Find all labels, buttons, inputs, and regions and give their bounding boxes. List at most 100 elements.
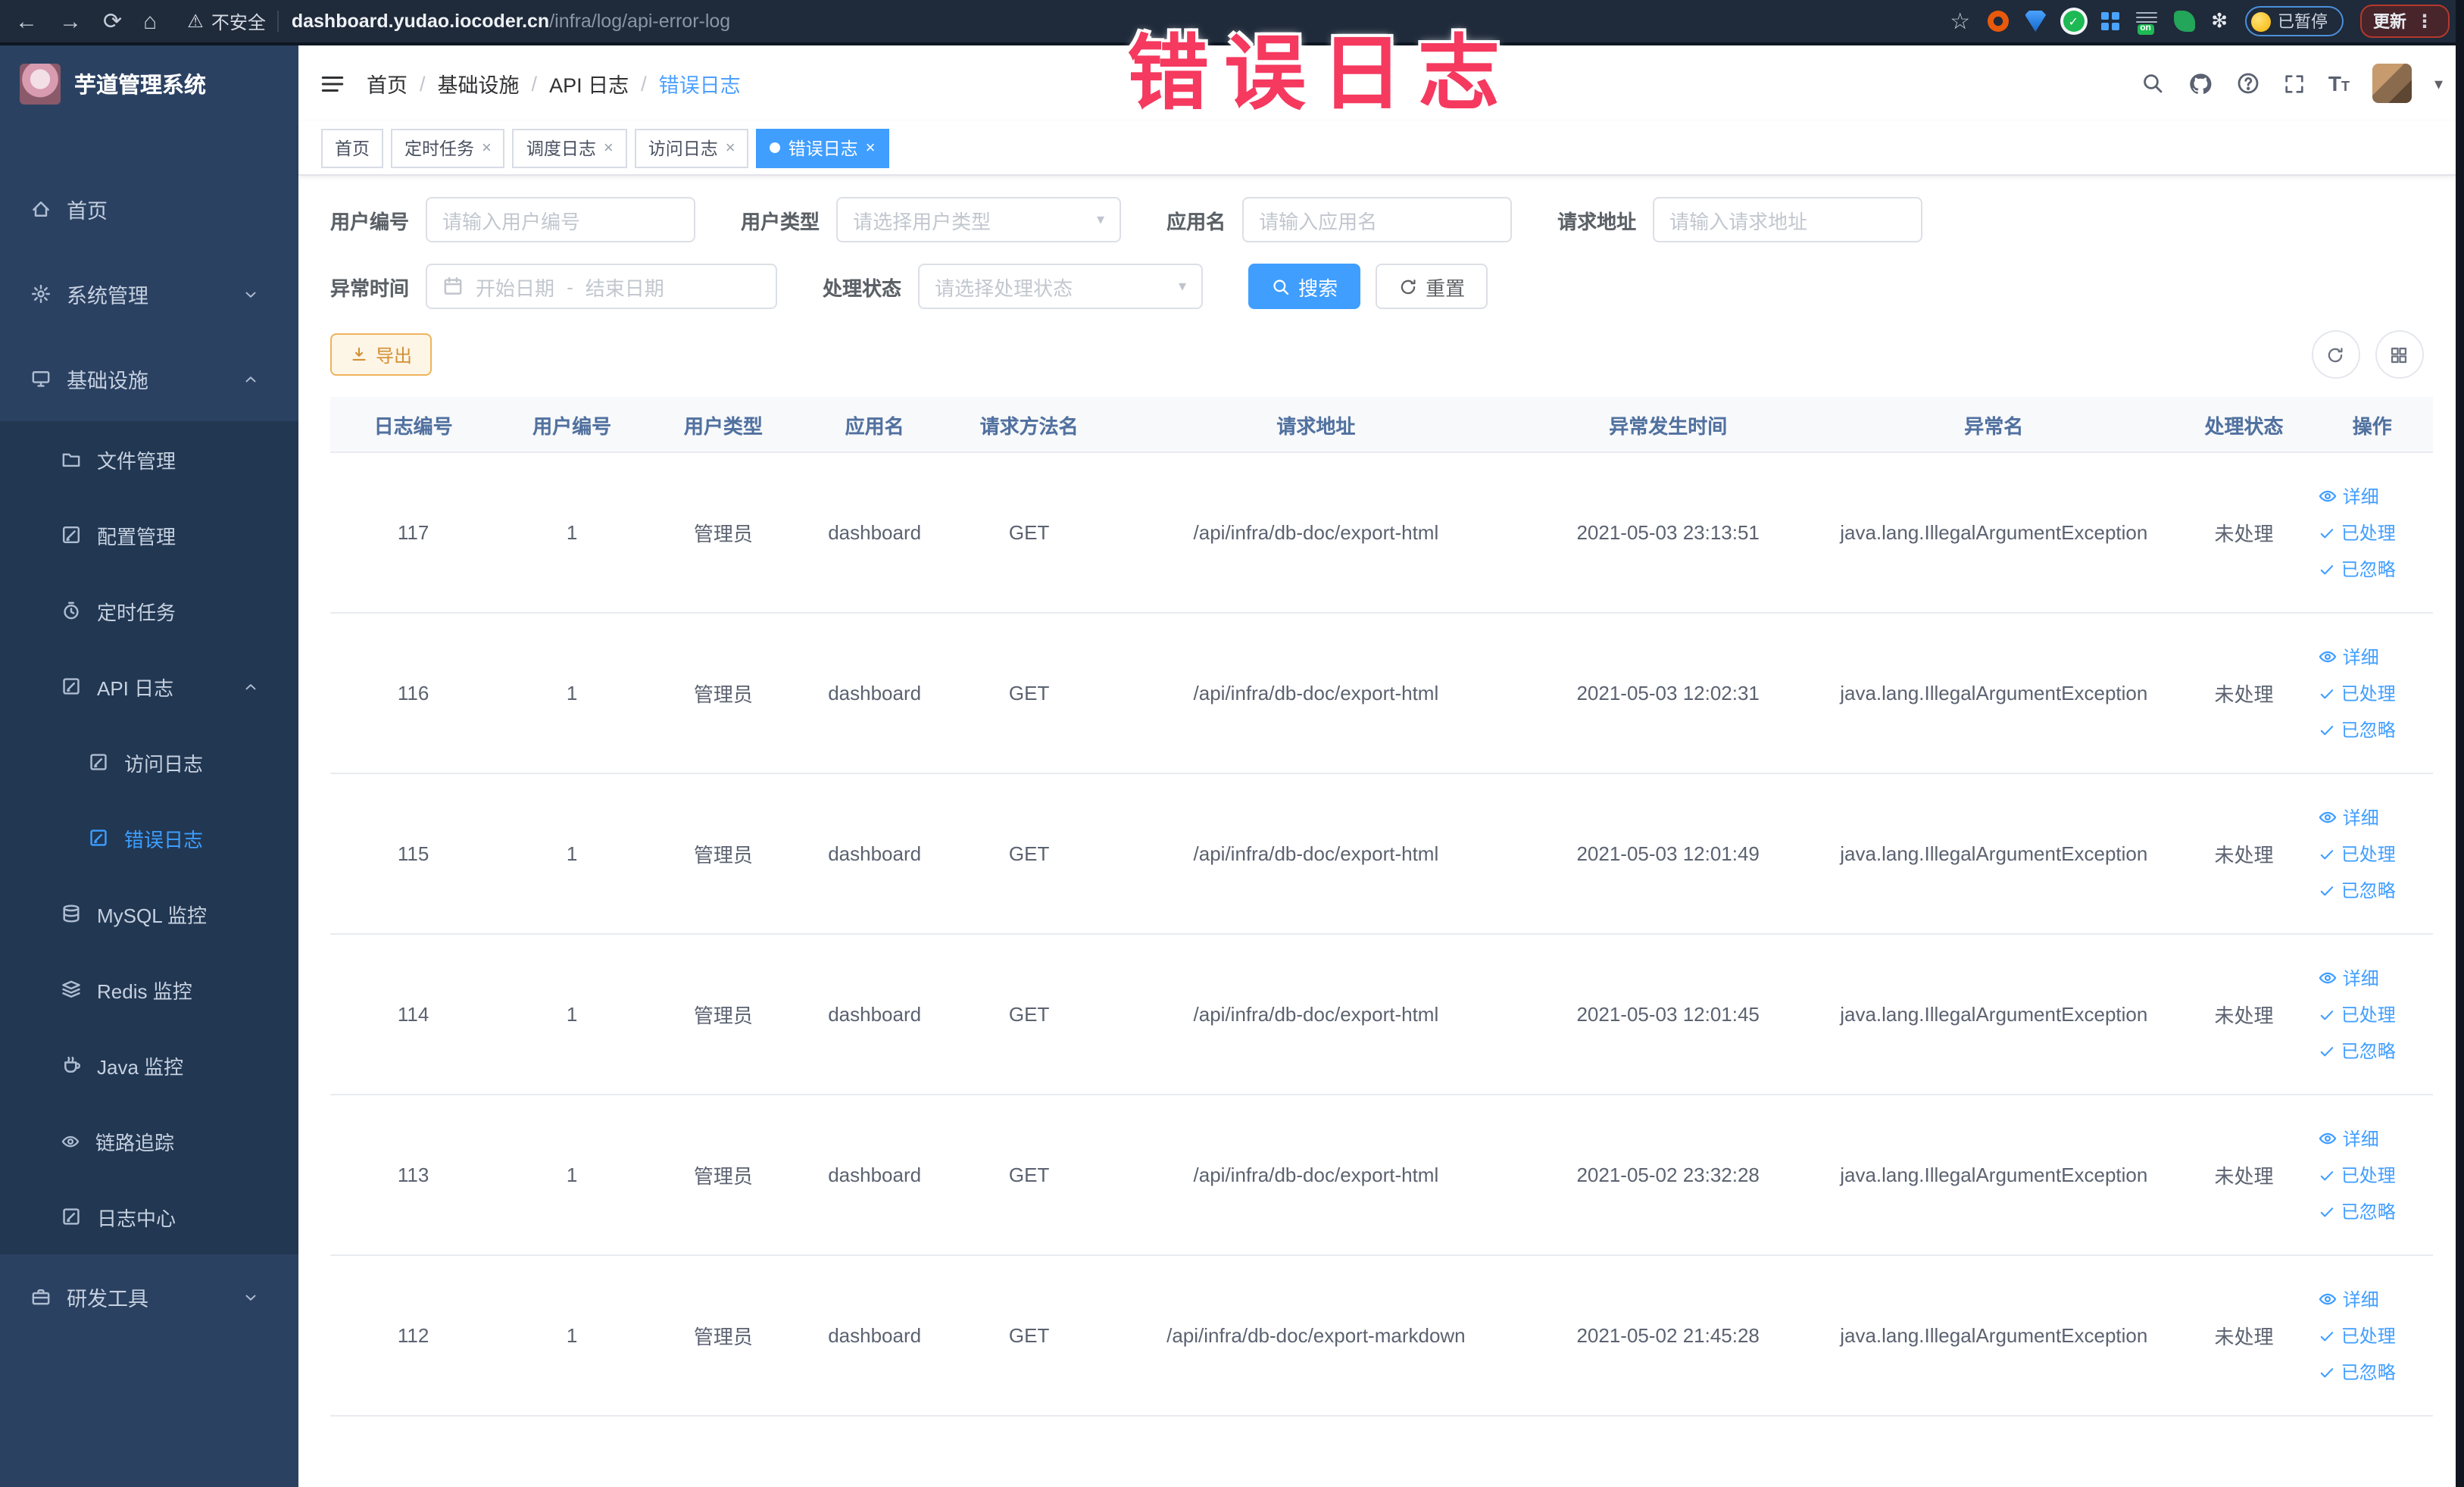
sidebar-item[interactable]: Redis 监控 <box>0 951 298 1027</box>
close-icon[interactable]: × <box>726 139 735 157</box>
help-icon[interactable] <box>2236 71 2260 95</box>
timer-icon <box>61 600 82 621</box>
action-detail-link[interactable]: 详细 <box>2319 483 2379 509</box>
tags-view-tab[interactable]: 调度日志 × <box>512 128 627 167</box>
sidebar-item[interactable]: 链路追踪 <box>0 1103 298 1179</box>
action-ignored-link[interactable]: 已忽略 <box>2319 1198 2396 1224</box>
date-range-input[interactable]: 开始日期 - 结束日期 <box>426 264 778 309</box>
hamburger-icon[interactable] <box>320 70 345 96</box>
font-size-icon[interactable]: TT <box>2328 71 2350 95</box>
extension-on-badge-icon[interactable]: on <box>2135 12 2157 35</box>
app-name-input[interactable]: 请输入应用名 <box>1242 197 1513 242</box>
tags-view-tab[interactable]: 访问日志 × <box>634 128 749 167</box>
user-id-input[interactable]: 请输入用户编号 <box>426 197 696 242</box>
paused-extension-button[interactable]: 已暂停 <box>2244 6 2343 36</box>
action-processed-link[interactable]: 已处理 <box>2319 841 2396 867</box>
cell-user-id: 1 <box>566 842 578 865</box>
action-detail-link[interactable]: 详细 <box>2319 644 2379 670</box>
extension-green-icon[interactable]: ✓ <box>2063 11 2085 32</box>
tags-view-tab[interactable]: 定时任务 × <box>391 128 505 167</box>
sidebar-item[interactable]: 日志中心 <box>0 1179 298 1254</box>
action-ignored-link[interactable]: 已忽略 <box>2319 556 2396 582</box>
action-processed-link[interactable]: 已处理 <box>2319 520 2396 545</box>
column-settings-button[interactable] <box>2375 330 2423 379</box>
cell-status: 未处理 <box>2214 844 2274 867</box>
breadcrumb-item[interactable]: API 日志 <box>549 68 629 98</box>
sidebar-item[interactable]: Java 监控 <box>0 1027 298 1103</box>
sidebar-item[interactable]: 首页 <box>0 167 298 251</box>
sidebar-item[interactable]: 研发工具 <box>0 1254 298 1339</box>
tab-label: 调度日志 <box>526 140 596 158</box>
bookmark-star-icon[interactable]: ☆ <box>1950 8 1970 35</box>
sidebar-item[interactable]: 访问日志 <box>0 724 298 800</box>
sidebar-item[interactable]: API 日志 <box>0 648 298 724</box>
extensions-puzzle-icon[interactable]: ❇ <box>2211 9 2228 33</box>
forward-icon[interactable]: → <box>59 8 82 34</box>
search-icon[interactable] <box>2141 71 2165 95</box>
filter-label: 请求地址 <box>1557 210 1637 233</box>
reload-icon[interactable]: ⟳ <box>103 8 122 35</box>
address-bar[interactable]: ⚠ 不安全 dashboard.yudao.iocoder.cn/infra/l… <box>187 8 1928 34</box>
breadcrumb-item[interactable]: 错误日志 <box>659 68 741 98</box>
action-ignored-link[interactable]: 已忽略 <box>2319 717 2396 742</box>
github-icon[interactable] <box>2188 70 2213 96</box>
extension-grid-icon[interactable] <box>2100 12 2119 30</box>
action-processed-link[interactable]: 已处理 <box>2319 680 2396 706</box>
breadcrumb-item[interactable]: 首页 <box>367 68 408 98</box>
security-chip[interactable]: ⚠ 不安全 <box>187 8 266 34</box>
action-processed-link[interactable]: 已处理 <box>2319 1323 2396 1348</box>
check-icon <box>2319 720 2337 739</box>
refresh-table-button[interactable] <box>2311 330 2359 379</box>
url-path: /infra/log/api-error-log <box>549 11 731 32</box>
sidebar-item[interactable]: 基础设施 <box>0 336 298 421</box>
close-icon[interactable]: × <box>866 139 876 157</box>
cell-method: GET <box>1008 1324 1050 1347</box>
sidebar-item-label: 链路追踪 <box>95 1131 175 1154</box>
reset-button[interactable]: 重置 <box>1376 264 1488 309</box>
chevron-down-icon[interactable]: ▾ <box>2434 73 2443 93</box>
request-url-input[interactable]: 请输入请求地址 <box>1653 197 1923 242</box>
cell-request-url: /api/infra/db-doc/export-html <box>1193 682 1439 704</box>
logo-area[interactable]: 芋道管理系统 <box>0 45 298 121</box>
tags-view-tab[interactable]: 错误日志 × <box>756 128 889 167</box>
sidebar-item-label: 日志中心 <box>97 1207 176 1229</box>
search-button[interactable]: 搜索 <box>1248 264 1361 309</box>
breadcrumb-item[interactable]: 基础设施 <box>438 68 520 98</box>
sidebar-item[interactable]: 错误日志 <box>0 800 298 876</box>
action-ignored-link[interactable]: 已忽略 <box>2319 1359 2396 1385</box>
home-icon[interactable]: ⌂ <box>143 8 157 34</box>
back-icon[interactable]: ← <box>15 8 38 34</box>
filter-label: 应用名 <box>1166 210 1226 233</box>
avatar[interactable] <box>2372 64 2412 103</box>
export-button[interactable]: 导出 <box>330 333 433 376</box>
table-body: 117 1 管理员 dashboard GET /api/infra/db-do… <box>330 453 2432 1417</box>
sidebar-item[interactable]: 定时任务 <box>0 573 298 648</box>
action-processed-link[interactable]: 已处理 <box>2319 1001 2396 1027</box>
sidebar-item[interactable]: 文件管理 <box>0 421 298 497</box>
close-icon[interactable]: × <box>482 139 492 157</box>
sidebar-item[interactable]: MySQL 监控 <box>0 876 298 951</box>
security-label: 不安全 <box>211 11 266 33</box>
extension-orange-icon[interactable] <box>1987 11 2009 32</box>
kebab-menu-icon[interactable]: ⋮ <box>2416 11 2435 32</box>
browser-update-button[interactable]: 更新 ⋮ <box>2359 5 2449 38</box>
action-detail-link[interactable]: 详细 <box>2319 1126 2379 1151</box>
tags-view-tab[interactable]: 首页 <box>321 128 383 167</box>
action-detail-link[interactable]: 详细 <box>2319 804 2379 830</box>
table-row: 112 1 管理员 dashboard GET /api/infra/db-do… <box>330 1256 2432 1417</box>
action-detail-link[interactable]: 详细 <box>2319 965 2379 991</box>
action-ignored-link[interactable]: 已忽略 <box>2319 1038 2396 1064</box>
user-type-select[interactable]: 请选择用户类型 ▾ <box>836 197 1122 242</box>
action-processed-link[interactable]: 已处理 <box>2319 1162 2396 1188</box>
action-ignored-link[interactable]: 已忽略 <box>2319 877 2396 903</box>
extension-blue-icon[interactable] <box>2025 11 2047 32</box>
process-status-select[interactable]: 请选择处理状态 ▾ <box>918 264 1204 309</box>
window-scrollbar[interactable] <box>2455 0 2464 1487</box>
fullscreen-icon[interactable] <box>2283 72 2306 95</box>
close-icon[interactable]: × <box>604 139 614 157</box>
folder-icon <box>61 448 82 470</box>
action-detail-link[interactable]: 详细 <box>2319 1286 2379 1312</box>
extension-leaf-icon[interactable] <box>2173 11 2195 32</box>
sidebar-item[interactable]: 配置管理 <box>0 497 298 573</box>
sidebar-item[interactable]: 系统管理 <box>0 251 298 336</box>
